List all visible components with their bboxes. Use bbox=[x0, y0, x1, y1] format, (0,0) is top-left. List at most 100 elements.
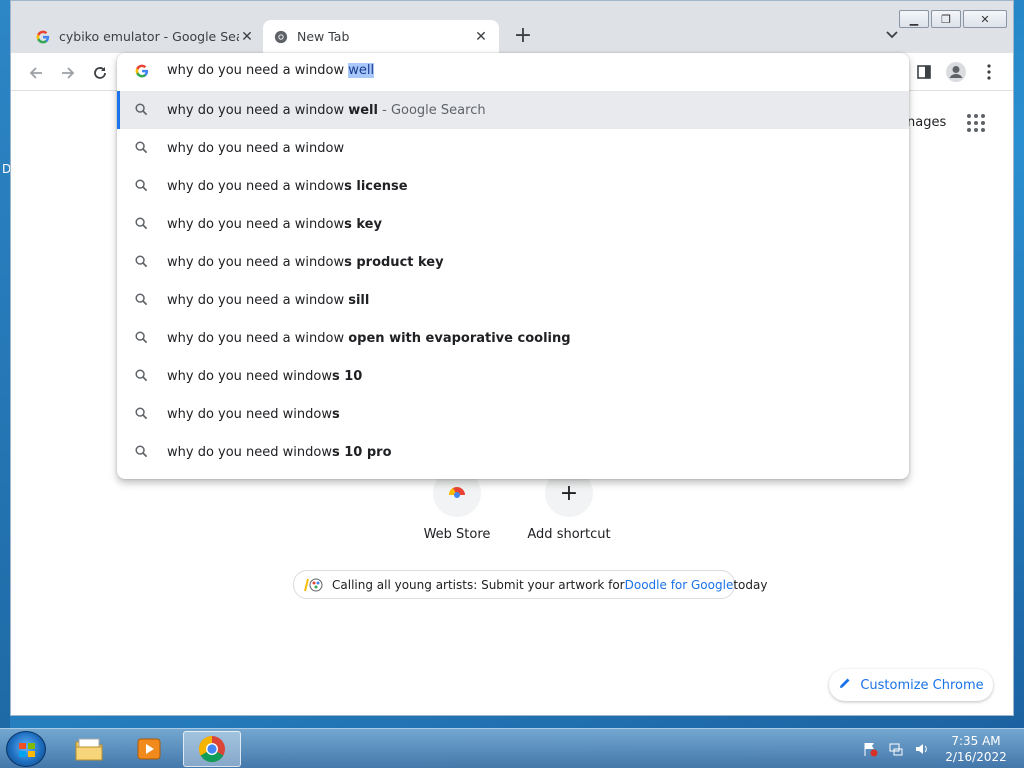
shortcut-add[interactable]: + Add shortcut bbox=[514, 469, 624, 542]
chrome-icon bbox=[273, 29, 289, 45]
suggestion-item[interactable]: why do you need a windows key bbox=[117, 205, 909, 243]
customize-label: Customize Chrome bbox=[860, 677, 984, 693]
suggestion-text: why do you need a windows key bbox=[167, 217, 382, 232]
volume-icon[interactable] bbox=[914, 741, 930, 757]
back-arrow-icon[interactable] bbox=[25, 62, 47, 84]
close-window-button[interactable]: ✕ bbox=[963, 10, 1007, 28]
suggestion-text: why do you need a windows license bbox=[167, 179, 408, 194]
profile-avatar-icon[interactable] bbox=[944, 60, 968, 84]
suggestion-item[interactable]: why do you need windows bbox=[117, 395, 909, 433]
desktop-background bbox=[0, 0, 10, 728]
suggestion-bold: sill bbox=[348, 292, 370, 308]
windows-logo-icon bbox=[19, 743, 35, 757]
taskbar: 7:35 AM 2/16/2022 bbox=[0, 728, 1024, 768]
suggestion-bold: s key bbox=[344, 216, 382, 232]
suggestion-bold: s 10 bbox=[332, 368, 363, 384]
doodle-promo[interactable]: Calling all young artists: Submit your a… bbox=[293, 570, 767, 599]
customize-chrome-button[interactable]: Customize Chrome bbox=[829, 669, 993, 701]
network-icon[interactable] bbox=[888, 741, 904, 757]
tab-new-tab[interactable]: New Tab ✕ bbox=[263, 20, 499, 53]
side-panel-icon[interactable] bbox=[912, 60, 936, 84]
pencil-icon bbox=[838, 676, 852, 694]
promo-text-after: today bbox=[733, 577, 768, 592]
promo-text: Calling all young artists: Submit your a… bbox=[332, 577, 625, 592]
suggestion-item[interactable]: why do you need a window well - Google S… bbox=[117, 91, 909, 129]
shortcut-label: Web Store bbox=[423, 527, 491, 542]
suggestion-text: why do you need a windows product key bbox=[167, 255, 444, 270]
search-icon bbox=[135, 141, 149, 155]
new-tab-button[interactable]: + bbox=[511, 25, 535, 49]
tab-title: New Tab bbox=[297, 29, 350, 44]
search-icon bbox=[135, 217, 149, 231]
google-apps-icon[interactable] bbox=[967, 114, 985, 132]
close-tab-icon[interactable]: ✕ bbox=[239, 29, 255, 45]
suggestion-bold: open with evaporative cooling bbox=[348, 330, 571, 346]
suggestion-item[interactable]: why do you need a windows license bbox=[117, 167, 909, 205]
clock-time: 7:35 AM bbox=[951, 734, 1001, 748]
suggestion-item[interactable]: why do you need a window sill bbox=[117, 281, 909, 319]
folder-icon bbox=[75, 738, 103, 761]
clock[interactable]: 7:35 AM 2/16/2022 bbox=[940, 733, 1012, 765]
suggestion-plain: why do you need a window bbox=[167, 254, 345, 270]
suggestion-suffix: - Google Search bbox=[377, 102, 486, 118]
suggestion-plain: why do you need a window bbox=[167, 178, 345, 194]
suggestion-item[interactable]: why do you need a window bbox=[117, 129, 909, 167]
suggestion-item[interactable]: why do you need windows 10 pro bbox=[117, 433, 909, 471]
suggestion-plain: why do you need a window bbox=[167, 140, 345, 156]
search-icon bbox=[135, 369, 149, 383]
search-icon bbox=[135, 179, 149, 193]
search-icon bbox=[135, 255, 149, 269]
maximize-button[interactable]: ❐ bbox=[931, 10, 961, 28]
suggestion-text: why do you need a window sill bbox=[167, 293, 369, 308]
clock-date: 2/16/2022 bbox=[945, 750, 1007, 764]
typed-text: why do you need a window bbox=[167, 63, 349, 78]
action-center-flag-icon[interactable] bbox=[862, 741, 878, 757]
search-icon bbox=[135, 445, 149, 459]
tab-cybiko-search[interactable]: cybiko emulator - Google Search ✕ bbox=[25, 20, 265, 53]
minimize-button[interactable]: ▁ bbox=[899, 10, 929, 28]
autocomplete-selection: well bbox=[348, 63, 375, 78]
forward-arrow-icon[interactable] bbox=[57, 62, 79, 84]
suggestion-text: why do you need a window open with evapo… bbox=[167, 331, 571, 346]
chrome-window: cybiko emulator - Google Search ✕ New Ta… bbox=[10, 0, 1014, 716]
google-g-icon bbox=[35, 29, 51, 45]
suggestion-bold: s license bbox=[344, 178, 408, 194]
start-button[interactable] bbox=[6, 731, 46, 767]
taskbar-chrome[interactable] bbox=[183, 731, 241, 767]
suggestion-plain: why do you need a window bbox=[167, 216, 345, 232]
suggestion-plain: why do you need window bbox=[167, 368, 332, 384]
taskbar-explorer[interactable] bbox=[60, 731, 118, 767]
suggestion-plain: why do you need a window bbox=[167, 292, 349, 308]
search-icon bbox=[135, 407, 149, 421]
reload-icon[interactable] bbox=[89, 62, 111, 84]
menu-kebab-icon[interactable] bbox=[977, 60, 1001, 84]
suggestion-bold: well bbox=[348, 102, 378, 118]
promo-link[interactable]: Doodle for Google bbox=[625, 578, 734, 592]
images-link[interactable]: nages bbox=[907, 115, 946, 130]
suggestion-text: why do you need a window bbox=[167, 141, 344, 156]
window-controls: ▁ ❐ ✕ bbox=[899, 10, 1007, 28]
address-input[interactable]: why do you need a window well bbox=[167, 63, 375, 78]
suggestion-item[interactable]: why do you need a windows product key bbox=[117, 243, 909, 281]
tab-title: cybiko emulator - Google Search bbox=[59, 29, 239, 44]
search-icon bbox=[135, 331, 149, 345]
suggestion-bold: s 10 pro bbox=[332, 444, 392, 460]
suggestion-text: why do you need windows bbox=[167, 407, 340, 422]
search-icon bbox=[135, 103, 149, 117]
suggestion-item[interactable]: why do you need windows 10 bbox=[117, 357, 909, 395]
address-bar[interactable]: why do you need a window well bbox=[117, 53, 909, 91]
suggestion-text: why do you need a window well - Google S… bbox=[167, 103, 486, 118]
suggestion-bold: s bbox=[332, 406, 340, 422]
close-tab-icon[interactable]: ✕ bbox=[473, 29, 489, 45]
shortcut-web-store[interactable]: Web Store bbox=[402, 469, 512, 542]
suggestion-plain: why do you need window bbox=[167, 444, 332, 460]
suggestion-item[interactable]: why do you need a window open with evapo… bbox=[117, 319, 909, 357]
suggestion-text: why do you need windows 10 pro bbox=[167, 445, 392, 460]
taskbar-media-player[interactable] bbox=[121, 731, 179, 767]
tab-strip: cybiko emulator - Google Search ✕ New Ta… bbox=[11, 1, 1013, 53]
google-g-icon bbox=[135, 64, 151, 80]
suggestion-plain: why do you need window bbox=[167, 406, 332, 422]
selection-indicator bbox=[117, 91, 120, 129]
media-player-icon bbox=[137, 738, 161, 760]
tab-search-chevron-icon[interactable] bbox=[885, 28, 905, 46]
